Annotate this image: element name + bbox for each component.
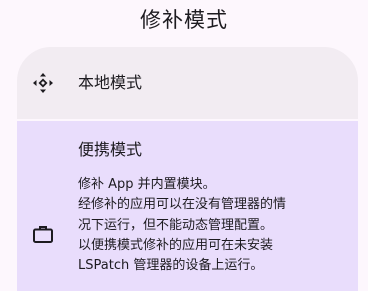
- portable-mode-option[interactable]: 便携模式 修补 App 并内置模块。 经修补的应用可以在没有管理器的情 况下运行…: [17, 121, 358, 291]
- briefcase-icon: [31, 222, 55, 246]
- local-mode-option[interactable]: 本地模式: [17, 47, 358, 119]
- description-line: 况下运行，但不能动态管理配置。: [78, 217, 274, 233]
- description-line: LSPatch 管理器的设备上运行。: [78, 258, 264, 274]
- description-line: 经修补的应用可以在没有管理器的情: [78, 197, 287, 213]
- description-line: 以便携模式修补的应用可在未安装: [78, 237, 274, 253]
- local-mode-label: 本地模式: [78, 73, 143, 92]
- portable-mode-description: 修补 App 并内置模块。 经修补的应用可以在没有管理器的情 况下运行，但不能动…: [78, 175, 350, 276]
- dialog-title: 修补模式: [140, 8, 228, 32]
- description-line: 修补 App 并内置模块。: [78, 177, 216, 192]
- diamond-arrows-icon: [31, 71, 55, 95]
- portable-mode-label: 便携模式: [78, 140, 143, 159]
